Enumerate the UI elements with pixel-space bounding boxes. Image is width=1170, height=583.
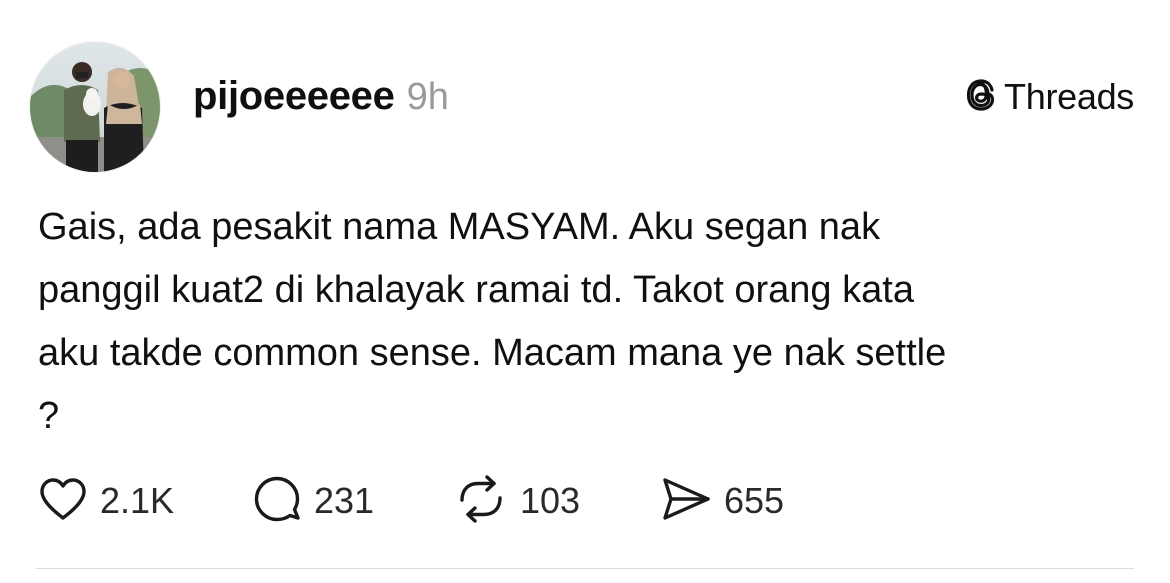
threads-post: pijoeeeeee 9h Threads Gais, ada pesakit …: [0, 0, 1170, 583]
repost-button[interactable]: 103: [454, 474, 581, 529]
post-body-text: Gais, ada pesakit nama MASYAM. Aku segan…: [38, 206, 947, 437]
share-count: 655: [724, 480, 785, 521]
heart-icon: [38, 476, 88, 527]
reply-count: 231: [314, 480, 375, 521]
username[interactable]: pijoeeeeee: [193, 74, 395, 119]
send-icon: [660, 476, 712, 527]
threads-brand: Threads: [966, 76, 1134, 118]
repost-arrows-icon: [454, 474, 508, 529]
brand-label: Threads: [1004, 76, 1134, 117]
comment-bubble-icon: [252, 474, 302, 529]
share-button[interactable]: 655: [660, 476, 784, 526]
avatar-photo: [30, 42, 160, 172]
threads-logo-icon: [966, 78, 996, 117]
repost-count: 103: [520, 480, 581, 521]
reply-button[interactable]: 231: [252, 476, 374, 526]
avatar[interactable]: [30, 42, 160, 172]
divider: [36, 568, 1134, 569]
like-count: 2.1K: [100, 480, 175, 521]
like-button[interactable]: 2.1K: [38, 476, 174, 526]
timestamp: 9h: [406, 76, 449, 118]
post-header: pijoeeeeee 9h: [193, 74, 449, 119]
